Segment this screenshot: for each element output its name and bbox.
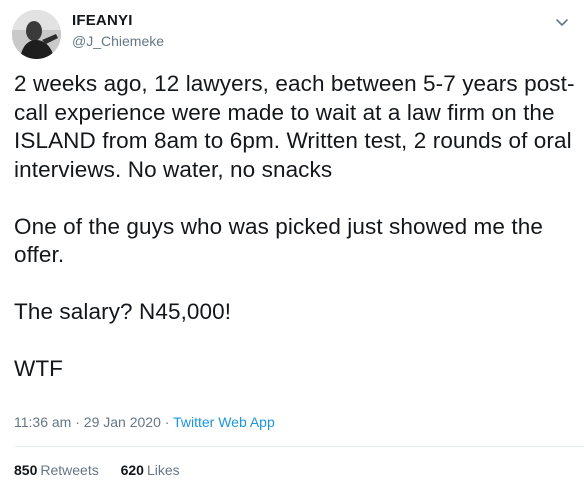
user-handle[interactable]: @J_Chiemeke	[72, 32, 164, 51]
tweet-source-link[interactable]: Twitter Web App	[173, 414, 275, 430]
meta-separator: ·	[75, 414, 80, 430]
divider	[14, 446, 584, 447]
user-names: IFEANYI @J_Chiemeke	[72, 11, 164, 51]
tweet-time[interactable]: 11:36 am	[14, 414, 71, 430]
display-name[interactable]: IFEANYI	[72, 11, 164, 31]
tweet-stats: 850 Retweets 620 Likes	[14, 461, 198, 479]
tweet-meta: 11:36 am · 29 Jan 2020 · Twitter Web App	[14, 413, 275, 431]
tweet-date[interactable]: 29 Jan 2020	[84, 414, 161, 430]
tweet-text: 2 weeks ago, 12 lawyers, each between 5-…	[14, 71, 575, 381]
likes-label: Likes	[146, 462, 180, 478]
tweet-header: IFEANYI @J_Chiemeke	[12, 8, 572, 60]
likes-count: 620	[120, 462, 144, 478]
meta-separator: ·	[164, 414, 170, 430]
profile-photo-icon	[12, 10, 61, 59]
retweets-stat[interactable]: 850 Retweets	[14, 461, 99, 479]
retweets-label: Retweets	[40, 462, 99, 478]
likes-stat[interactable]: 620 Likes	[121, 461, 180, 479]
tweet-card: IFEANYI @J_Chiemeke 2 weeks ago, 12 lawy…	[0, 0, 584, 495]
retweets-count: 850	[14, 462, 38, 478]
chevron-down-icon[interactable]	[552, 12, 572, 32]
avatar[interactable]	[12, 10, 61, 59]
